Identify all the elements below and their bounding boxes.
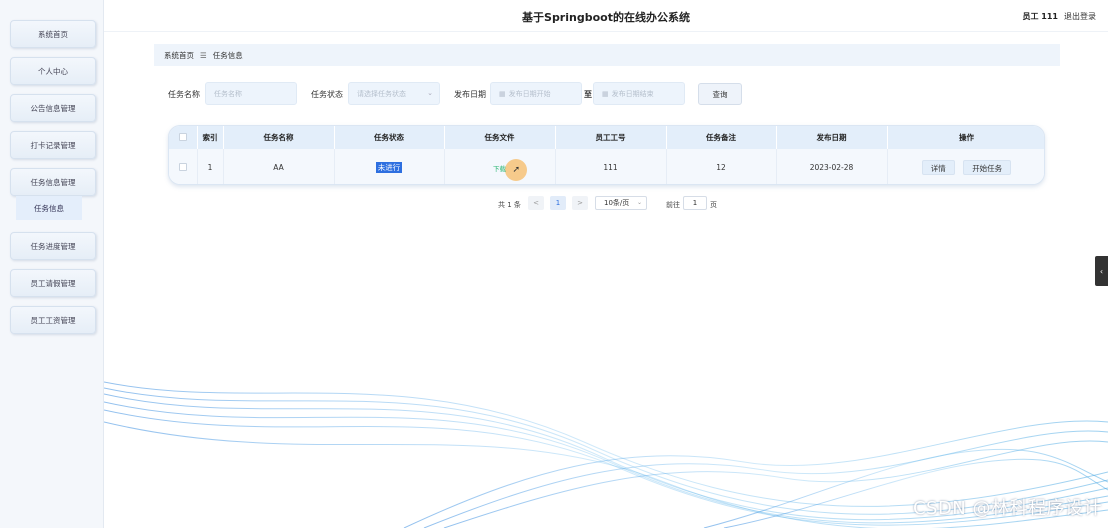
query-button[interactable]: 查询 [698,83,742,105]
page-size-value: 10条/页 [604,199,630,207]
column-header: 任务文件 [444,126,556,149]
main-content: 系统首页 ☰ 任务信息 任务名称 任务名称 任务状态 请选择任务状态 ⌄ 发布日… [104,32,1108,528]
download-link[interactable]: 下载 [493,165,506,173]
row-checkbox[interactable] [178,162,187,171]
date-end-input[interactable]: ▦ 发布日期结束 [593,82,685,105]
calendar-icon: ▦ [499,89,506,98]
table-row: 1 AA 未进行 下载 ➚ 111 12 2023-02-28 详情 开始任务 [169,149,1044,184]
task-status-label: 任务状态 [311,90,343,99]
task-table: 索引 任务名称 任务状态 任务文件 员工工号 任务备注 发布日期 操作 1 AA… [168,125,1045,185]
mouse-pointer-icon: ➚ [512,165,521,175]
sidebar-item-task-management[interactable]: 任务信息管理 [10,168,96,196]
sidebar-subitem-task-info[interactable]: 任务信息 [16,196,82,220]
menu-icon: ☰ [200,50,207,60]
date-to-label: 至 [584,90,592,99]
breadcrumb-home[interactable]: 系统首页 [164,50,194,61]
column-header: 索引 [197,126,224,149]
top-header: 基于Springboot的在线办公系统 员工 111 退出登录 [104,0,1108,32]
column-header: 任务备注 [666,126,777,149]
chevron-down-icon: ⌄ [636,199,642,206]
cell-publish-date: 2023-02-28 [776,149,888,184]
column-header: 员工工号 [555,126,667,149]
sidebar-item-leave-management[interactable]: 员工请假管理 [10,269,96,297]
breadcrumb: 系统首页 ☰ 任务信息 [154,44,1060,66]
sidebar-item-notice-management[interactable]: 公告信息管理 [10,94,96,122]
cell-employee-id: 111 [555,149,667,184]
cell-task-file: 下载 ➚ [444,149,556,184]
next-page-button[interactable]: > [572,196,588,210]
chevron-down-icon: ⌄ [427,89,433,97]
column-header: 操作 [887,126,1044,149]
column-header: 任务名称 [223,126,335,149]
cell-task-status: 未进行 [334,149,445,184]
start-task-button[interactable]: 开始任务 [963,160,1012,175]
status-badge: 未进行 [375,162,403,173]
prev-page-button[interactable]: < [528,196,544,210]
task-status-placeholder: 请选择任务状态 [357,89,406,98]
filter-bar: 任务名称 任务名称 任务状态 请选择任务状态 ⌄ 发布日期 ▦ 发布日期开始 至… [168,82,1068,106]
current-user: 员工 111 [1022,12,1058,21]
sidebar-item-personal-center[interactable]: 个人中心 [10,57,96,85]
column-header: 任务状态 [334,126,445,149]
sidebar: 系统首页 个人中心 公告信息管理 打卡记录管理 任务信息管理 任务信息 任务进度… [0,0,104,528]
page-number-button[interactable]: 1 [550,196,566,210]
cell-actions: 详情 开始任务 [887,149,1044,184]
app-title: 基于Springboot的在线办公系统 [522,11,690,24]
detail-button[interactable]: 详情 [921,160,955,175]
task-status-select[interactable]: 请选择任务状态 ⌄ [348,82,440,105]
date-start-input[interactable]: ▦ 发布日期开始 [490,82,582,105]
date-end-placeholder: 发布日期结束 [611,89,654,98]
row-select-cell [169,149,198,184]
collapse-panel-button[interactable]: ‹ [1095,256,1108,286]
goto-page-input[interactable]: 1 [683,196,707,210]
date-start-placeholder: 发布日期开始 [508,89,551,98]
cell-index: 1 [197,149,224,184]
table-header-row: 索引 任务名称 任务状态 任务文件 员工工号 任务备注 发布日期 操作 [169,126,1044,149]
chevron-left-icon: ‹ [1099,266,1104,276]
calendar-icon: ▦ [602,89,609,98]
publish-date-label: 发布日期 [454,90,486,99]
page-suffix-label: 页 [710,201,717,209]
cell-task-name: AA [223,149,335,184]
task-name-label: 任务名称 [168,90,200,99]
watermark: CSDN @林科程序设计 [912,498,1102,519]
select-all-checkbox[interactable] [178,132,187,141]
goto-label: 前往 [666,201,680,209]
sidebar-item-home[interactable]: 系统首页 [10,20,96,48]
task-name-input[interactable]: 任务名称 [205,82,297,105]
page-size-select[interactable]: 10条/页 ⌄ [595,196,647,210]
pagination-total: 共 1 条 [498,201,521,209]
sidebar-item-task-progress[interactable]: 任务进度管理 [10,232,96,260]
pagination: 共 1 条 < 1 > 10条/页 ⌄ 前往 1 页 [494,196,794,212]
column-header: 发布日期 [776,126,888,149]
select-all-cell [169,126,198,149]
sidebar-item-clockin-management[interactable]: 打卡记录管理 [10,131,96,159]
sidebar-item-salary-management[interactable]: 员工工资管理 [10,306,96,334]
logout-link[interactable]: 退出登录 [1064,11,1096,22]
breadcrumb-current: 任务信息 [212,50,243,60]
cell-remark: 12 [666,149,777,184]
